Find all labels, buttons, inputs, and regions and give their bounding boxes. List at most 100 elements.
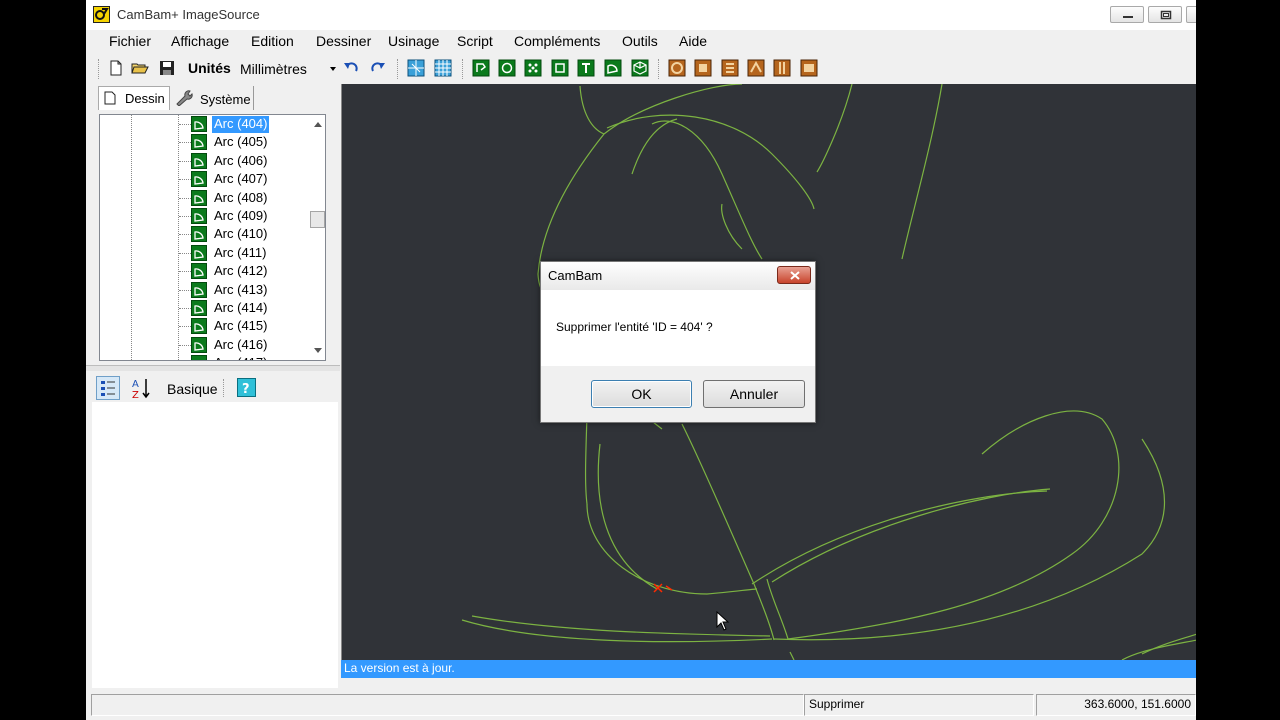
tree-item[interactable]: Arc (410) xyxy=(100,225,310,243)
curve-segment xyxy=(631,118,678,175)
tree-item[interactable]: Arc (416) xyxy=(100,336,310,354)
arc-entity-icon xyxy=(191,189,207,206)
lathe-machining-icon[interactable] xyxy=(773,59,791,77)
curve-segment xyxy=(816,84,853,173)
dialog-message: Supprimer l'entité 'ID = 404' ? xyxy=(556,320,713,334)
tree-connector xyxy=(179,308,191,309)
panel-splitter[interactable] xyxy=(86,365,340,371)
rectangle-icon[interactable] xyxy=(551,59,569,77)
toolbar-grip xyxy=(98,59,99,79)
menu-dessiner[interactable]: Dessiner xyxy=(316,33,371,49)
tree-item[interactable]: Arc (413) xyxy=(100,281,310,299)
properties-toolbar: AZ Basique ? xyxy=(92,374,338,402)
polyline-icon[interactable] xyxy=(472,59,490,77)
new-file-icon[interactable] xyxy=(107,59,125,77)
tree-item[interactable]: Arc (414) xyxy=(100,299,310,317)
tree-connector xyxy=(179,234,191,236)
tree-item[interactable]: Arc (404) xyxy=(100,115,310,133)
ok-button[interactable]: OK xyxy=(591,380,692,408)
wrench-icon xyxy=(176,90,193,106)
tree-scrollbar[interactable] xyxy=(309,115,325,360)
points-icon[interactable] xyxy=(524,59,542,77)
window-title: CamBam+ ImageSource xyxy=(117,7,260,22)
tree-connector xyxy=(179,142,191,144)
text-icon[interactable] xyxy=(577,59,595,77)
toolbar-separator xyxy=(397,59,398,79)
tree-item[interactable]: Arc (407) xyxy=(100,170,310,188)
menu-edition[interactable]: Edition xyxy=(251,33,294,49)
tab-dessin[interactable]: Dessin xyxy=(98,86,170,110)
menu-aide[interactable]: Aide xyxy=(679,33,707,49)
tree-connector xyxy=(179,179,191,181)
arc-entity-icon xyxy=(191,300,207,316)
tree-item[interactable]: Arc (409) xyxy=(100,207,310,225)
units-value: Millimètres xyxy=(240,61,307,77)
cancel-button[interactable]: Annuler xyxy=(703,380,805,408)
menu-bar: Fichier Affichage Edition Dessiner Usina… xyxy=(86,30,1196,54)
tree-item-label: Arc (409) xyxy=(214,208,268,223)
tree-item-label: Arc (411) xyxy=(214,244,267,260)
circle-icon[interactable] xyxy=(498,59,516,77)
menu-outils[interactable]: Outils xyxy=(622,33,658,49)
scroll-thumb[interactable] xyxy=(310,211,325,228)
tree-item[interactable]: Arc (406) xyxy=(100,152,310,170)
close-window-button[interactable] xyxy=(1186,6,1196,23)
arc-icon[interactable] xyxy=(604,59,622,77)
grid-icon[interactable] xyxy=(434,59,452,77)
tree-item-label: Arc (412) xyxy=(214,263,268,279)
tree-item-label: Arc (410) xyxy=(214,226,268,242)
tree-item[interactable]: Arc (415) xyxy=(100,317,310,335)
surface-icon[interactable] xyxy=(631,59,649,77)
drawing-tree[interactable]: Arc (404) Arc (405) Arc (406) Arc (407) Arc … xyxy=(99,114,326,361)
sort-az-icon[interactable]: AZ xyxy=(130,376,152,400)
help-icon[interactable]: ? xyxy=(237,378,256,397)
open-folder-icon[interactable] xyxy=(131,59,149,77)
undo-icon[interactable] xyxy=(342,59,360,77)
generate-gcode-icon[interactable] xyxy=(800,59,818,77)
menu-fichier[interactable]: Fichier xyxy=(109,33,151,49)
basic-view-label[interactable]: Basique xyxy=(167,381,218,397)
minimize-icon xyxy=(1123,16,1133,18)
curve-segment xyxy=(787,410,1120,640)
maximize-button[interactable] xyxy=(1148,6,1182,23)
tree-item[interactable]: Arc (408) xyxy=(100,189,310,207)
confirm-delete-dialog: CamBam Supprimer l'entité 'ID = 404' ? O… xyxy=(540,261,816,423)
tree-item[interactable]: Arc (417) xyxy=(100,354,310,360)
tree-item[interactable]: Arc (411) xyxy=(100,244,310,262)
engrave-machining-icon[interactable] xyxy=(747,59,765,77)
arc-entity-icon xyxy=(191,152,207,169)
tree-connector xyxy=(179,197,191,199)
menu-complements[interactable]: Compléments xyxy=(514,33,600,49)
restore-icon xyxy=(1160,10,1172,20)
curve-segment xyxy=(681,423,755,585)
menu-affichage[interactable]: Affichage xyxy=(171,33,229,49)
categorized-view-icon[interactable] xyxy=(96,376,120,400)
dialog-close-button[interactable] xyxy=(777,266,811,284)
profile-machining-icon[interactable] xyxy=(668,59,686,77)
menu-usinage[interactable]: Usinage xyxy=(388,33,439,49)
menu-script[interactable]: Script xyxy=(457,33,493,49)
status-left xyxy=(91,694,804,716)
property-grid[interactable] xyxy=(92,402,338,688)
scroll-up-icon[interactable] xyxy=(314,122,322,127)
chevron-down-icon xyxy=(330,67,336,71)
tree-connector xyxy=(179,326,191,328)
tab-systeme[interactable]: Système xyxy=(172,86,254,110)
scroll-down-icon[interactable] xyxy=(314,348,322,353)
tree-item[interactable]: Arc (405) xyxy=(100,133,310,151)
curve-segment xyxy=(579,85,605,135)
save-icon[interactable] xyxy=(158,59,176,77)
snap-grid-icon[interactable] xyxy=(407,59,425,77)
minimize-button[interactable] xyxy=(1110,6,1144,23)
arc-entity-icon xyxy=(191,336,207,353)
units-dropdown[interactable]: Millimètres xyxy=(237,59,338,80)
drill-machining-icon[interactable] xyxy=(721,59,739,77)
message-bar: La version est à jour. xyxy=(341,660,1196,678)
redo-icon[interactable] xyxy=(369,59,387,77)
status-coords: 363.6000, 151.6000 xyxy=(1036,694,1196,716)
tab-systeme-label: Système xyxy=(200,92,251,107)
pocket-machining-icon[interactable] xyxy=(694,59,712,77)
tree-item[interactable]: Arc (412) xyxy=(100,262,310,280)
tree-item-label: Arc (406) xyxy=(214,152,268,168)
document-icon xyxy=(104,91,116,105)
